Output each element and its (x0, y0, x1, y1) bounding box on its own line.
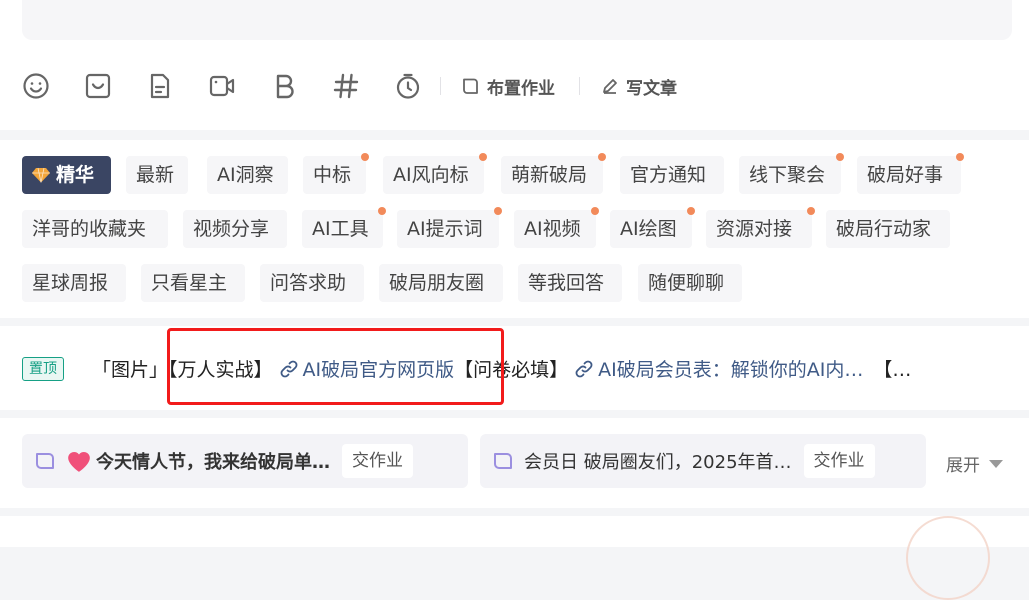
caret-down-icon (989, 459, 1003, 468)
write-article-button[interactable]: 写文章 (600, 74, 677, 99)
tag-item[interactable]: AI风向标 (383, 153, 487, 194)
image-button[interactable] (84, 72, 112, 100)
stamp-icon (906, 516, 990, 600)
unread-dot (836, 153, 844, 161)
tag-featured[interactable]: 精华 (22, 156, 111, 194)
unread-dot (591, 207, 599, 215)
tag-item[interactable]: AI工具 (302, 207, 386, 248)
unread-dot (956, 153, 964, 161)
tag-item[interactable]: 视频分享 (183, 210, 287, 248)
pencil-icon (603, 79, 617, 94)
hashtag-icon (333, 73, 359, 99)
file-button[interactable] (146, 72, 174, 100)
toolbar-divider (440, 77, 441, 95)
image-tag: 「图片」 (92, 359, 169, 381)
file-icon (150, 73, 170, 99)
homework-item[interactable]: 会员日 破局圈友们，2025年首… 交作业 (480, 434, 926, 488)
heart-icon (68, 451, 90, 472)
video-icon (209, 75, 235, 97)
pinned-trailing: 【… (873, 359, 912, 381)
bold-button[interactable] (270, 72, 298, 100)
tag-item[interactable]: AI绘图 (610, 207, 695, 248)
write-article-label: 写文章 (626, 78, 677, 99)
timer-button[interactable] (394, 72, 422, 100)
homework-title: 今天情人节，我来给破局单… (96, 452, 330, 473)
tag-item[interactable]: 星球周报 (22, 264, 126, 302)
book-icon (463, 78, 478, 94)
book-icon (36, 453, 54, 469)
tag-item[interactable]: AI视频 (514, 207, 599, 248)
unread-dot (479, 153, 487, 161)
post-text-area[interactable] (22, 0, 1012, 40)
tag-item[interactable]: 最新 (126, 156, 188, 194)
bold-icon (276, 74, 294, 99)
emoji-button[interactable] (22, 72, 50, 100)
submit-homework-button[interactable]: 交作业 (342, 444, 413, 478)
submit-homework-button[interactable]: 交作业 (803, 444, 875, 478)
tag-filter-panel: 精华 最新 AI洞察 中标 AI风向标 萌新破局 官方通知 线下聚会 破局好事 … (0, 140, 1029, 318)
timer-icon (396, 73, 420, 99)
unread-dot (687, 207, 695, 215)
homework-title: 会员日 破局圈友们，2025年首… (524, 452, 792, 473)
assign-homework-button[interactable]: 布置作业 (461, 74, 555, 99)
next-post-card (0, 516, 1029, 600)
book-icon (494, 453, 512, 469)
pinned-link-2[interactable]: AI破局会员表：解锁你的AI内… (598, 359, 863, 381)
unread-dot (494, 207, 502, 215)
pinned-badge: 置顶 (22, 357, 64, 381)
tag-item[interactable]: 只看星主 (141, 264, 245, 302)
highlight-box (167, 328, 504, 405)
tag-item[interactable]: 官方通知 (620, 156, 724, 194)
tag-item[interactable]: 线下聚会 (739, 153, 844, 194)
tag-item[interactable]: AI提示词 (397, 207, 502, 248)
tag-item[interactable]: 中标 (303, 153, 369, 194)
tag-item[interactable]: 洋哥的收藏夹 (22, 210, 168, 248)
emoji-icon (23, 73, 49, 99)
tag-item[interactable]: 萌新破局 (501, 153, 606, 194)
video-button[interactable] (208, 72, 236, 100)
assign-homework-label: 布置作业 (487, 78, 555, 99)
homework-item[interactable]: 今天情人节，我来给破局单… 交作业 (22, 434, 468, 488)
expand-button[interactable]: 展开 (946, 451, 1004, 476)
tag-item[interactable]: 问答求助 (260, 264, 364, 302)
post-composer: 布置作业 写文章 (0, 0, 1029, 130)
image-icon (85, 73, 111, 99)
tag-item[interactable]: 资源对接 (706, 207, 815, 248)
tag-item[interactable]: 等我回答 (518, 264, 622, 302)
diamond-icon (32, 167, 50, 183)
composer-toolbar: 布置作业 写文章 (22, 66, 677, 106)
homework-panel: 今天情人节，我来给破局单… 交作业 会员日 破局圈友们，2025年首… 交作业 … (0, 418, 1029, 508)
unread-dot (807, 207, 815, 215)
tag-item[interactable]: 破局行动家 (826, 210, 950, 248)
unread-dot (361, 153, 369, 161)
toolbar-divider (579, 77, 580, 95)
hashtag-button[interactable] (332, 72, 360, 100)
tag-item[interactable]: 随便聊聊 (638, 264, 742, 302)
link-icon (575, 360, 593, 378)
pinned-posts-bar: 置顶 「图片」【万人实战】 AI破局官方网页版【问卷必填】 AI破局会员表：解锁你的… (0, 326, 1029, 410)
tag-item[interactable]: AI洞察 (207, 156, 288, 194)
tag-item[interactable]: 破局好事 (857, 153, 964, 194)
tag-item[interactable]: 破局朋友圈 (379, 264, 503, 302)
unread-dot (378, 207, 386, 215)
unread-dot (598, 153, 606, 161)
